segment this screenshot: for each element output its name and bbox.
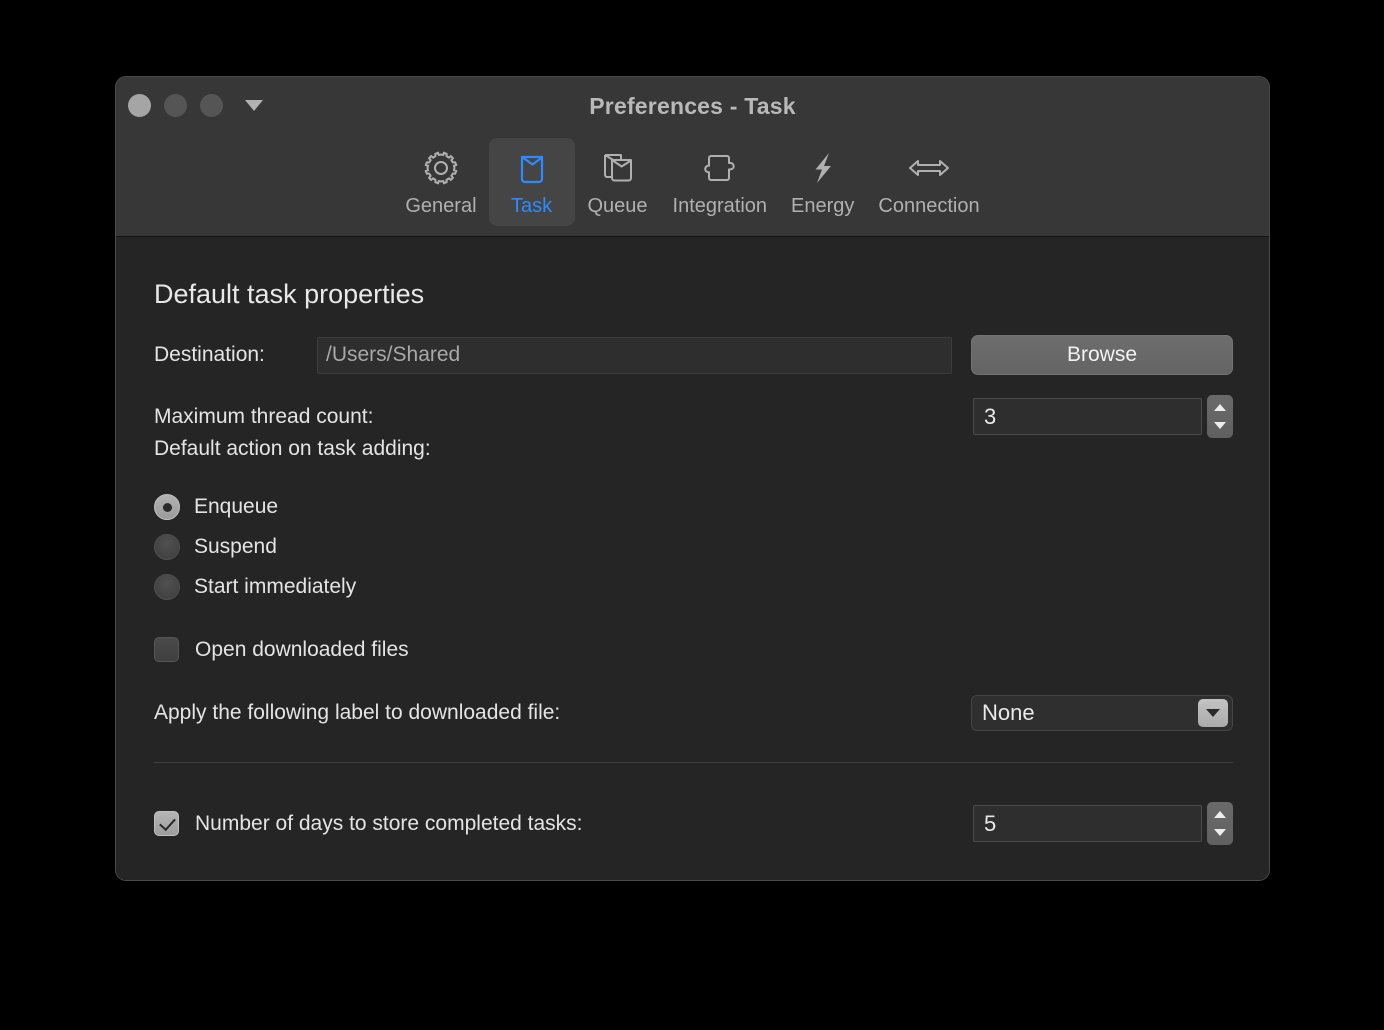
radio-button-icon[interactable] [154,494,180,520]
thread-count-row: Maximum thread count: 3 [154,395,1233,438]
destination-row: Destination: /Users/Shared Browse [154,335,1233,375]
tab-task-label: Task [511,195,552,218]
tab-queue[interactable]: Queue [575,138,661,226]
stacked-documents-icon [598,148,638,188]
open-downloaded-files-label: Open downloaded files [195,638,409,662]
store-days-stepper-group: 5 [973,802,1233,845]
radio-suspend[interactable]: Suspend [154,527,356,567]
default-action-label: Default action on task adding: [154,437,431,461]
thread-count-stepper-group: 3 [973,395,1233,438]
radio-button-icon[interactable] [154,534,180,560]
stepper-down-icon[interactable] [1214,829,1226,836]
default-action-row: Default action on task adding: [154,437,431,461]
double-arrow-icon [907,148,951,188]
open-downloaded-files-row[interactable]: Open downloaded files [154,637,409,662]
tab-queue-label: Queue [588,195,648,218]
destination-label: Destination: [154,343,317,367]
label-select-value: None [982,700,1035,726]
preferences-content: Default task properties Destination: /Us… [116,237,1269,880]
apply-label-row: Apply the following label to downloaded … [154,695,1233,731]
browse-button[interactable]: Browse [971,335,1233,375]
stepper-down-icon[interactable] [1214,422,1226,429]
thread-count-stepper[interactable] [1207,395,1233,438]
window-title: Preferences - Task [116,93,1269,120]
tab-integration[interactable]: Integration [661,138,780,226]
thread-count-label: Maximum thread count: [154,405,373,429]
store-days-stepper[interactable] [1207,802,1233,845]
radio-enqueue-label: Enqueue [194,495,278,519]
destination-input[interactable]: /Users/Shared [317,337,952,374]
tab-integration-label: Integration [673,195,768,218]
tab-connection[interactable]: Connection [866,138,991,226]
tab-energy-label: Energy [791,195,854,218]
radio-enqueue[interactable]: Enqueue [154,487,356,527]
radio-button-icon[interactable] [154,574,180,600]
page-title: Default task properties [154,279,424,310]
checkbox-icon[interactable] [154,637,179,662]
gear-icon [421,148,461,188]
tab-connection-label: Connection [878,195,979,218]
chevron-down-icon[interactable] [1198,699,1228,727]
puzzle-piece-icon [700,148,740,188]
apply-label-text: Apply the following label to downloaded … [154,701,560,725]
store-days-label: Number of days to store completed tasks: [195,812,583,836]
label-select[interactable]: None [971,695,1233,731]
checkbox-icon[interactable] [154,811,179,836]
default-action-radio-group: Enqueue Suspend Start immediately [154,487,356,607]
radio-start-immediately-label: Start immediately [194,575,356,599]
preferences-toolbar: General Task [116,137,1269,237]
tab-task[interactable]: Task [489,138,575,226]
section-divider [154,762,1233,763]
preferences-window: Preferences - Task General [115,76,1270,881]
tab-energy[interactable]: Energy [779,138,866,226]
stepper-up-icon[interactable] [1214,811,1226,818]
lightning-bolt-icon [803,148,843,188]
store-days-input[interactable]: 5 [973,805,1202,842]
stepper-up-icon[interactable] [1214,404,1226,411]
thread-count-input[interactable]: 3 [973,398,1202,435]
store-days-check-group[interactable]: Number of days to store completed tasks: [154,811,583,836]
radio-start-immediately[interactable]: Start immediately [154,567,356,607]
radio-suspend-label: Suspend [194,535,277,559]
window-titlebar: Preferences - Task [116,77,1269,137]
document-page-icon [512,148,552,188]
tab-general-label: General [405,195,476,218]
tab-general[interactable]: General [393,138,488,226]
store-days-row: Number of days to store completed tasks:… [154,802,1233,845]
